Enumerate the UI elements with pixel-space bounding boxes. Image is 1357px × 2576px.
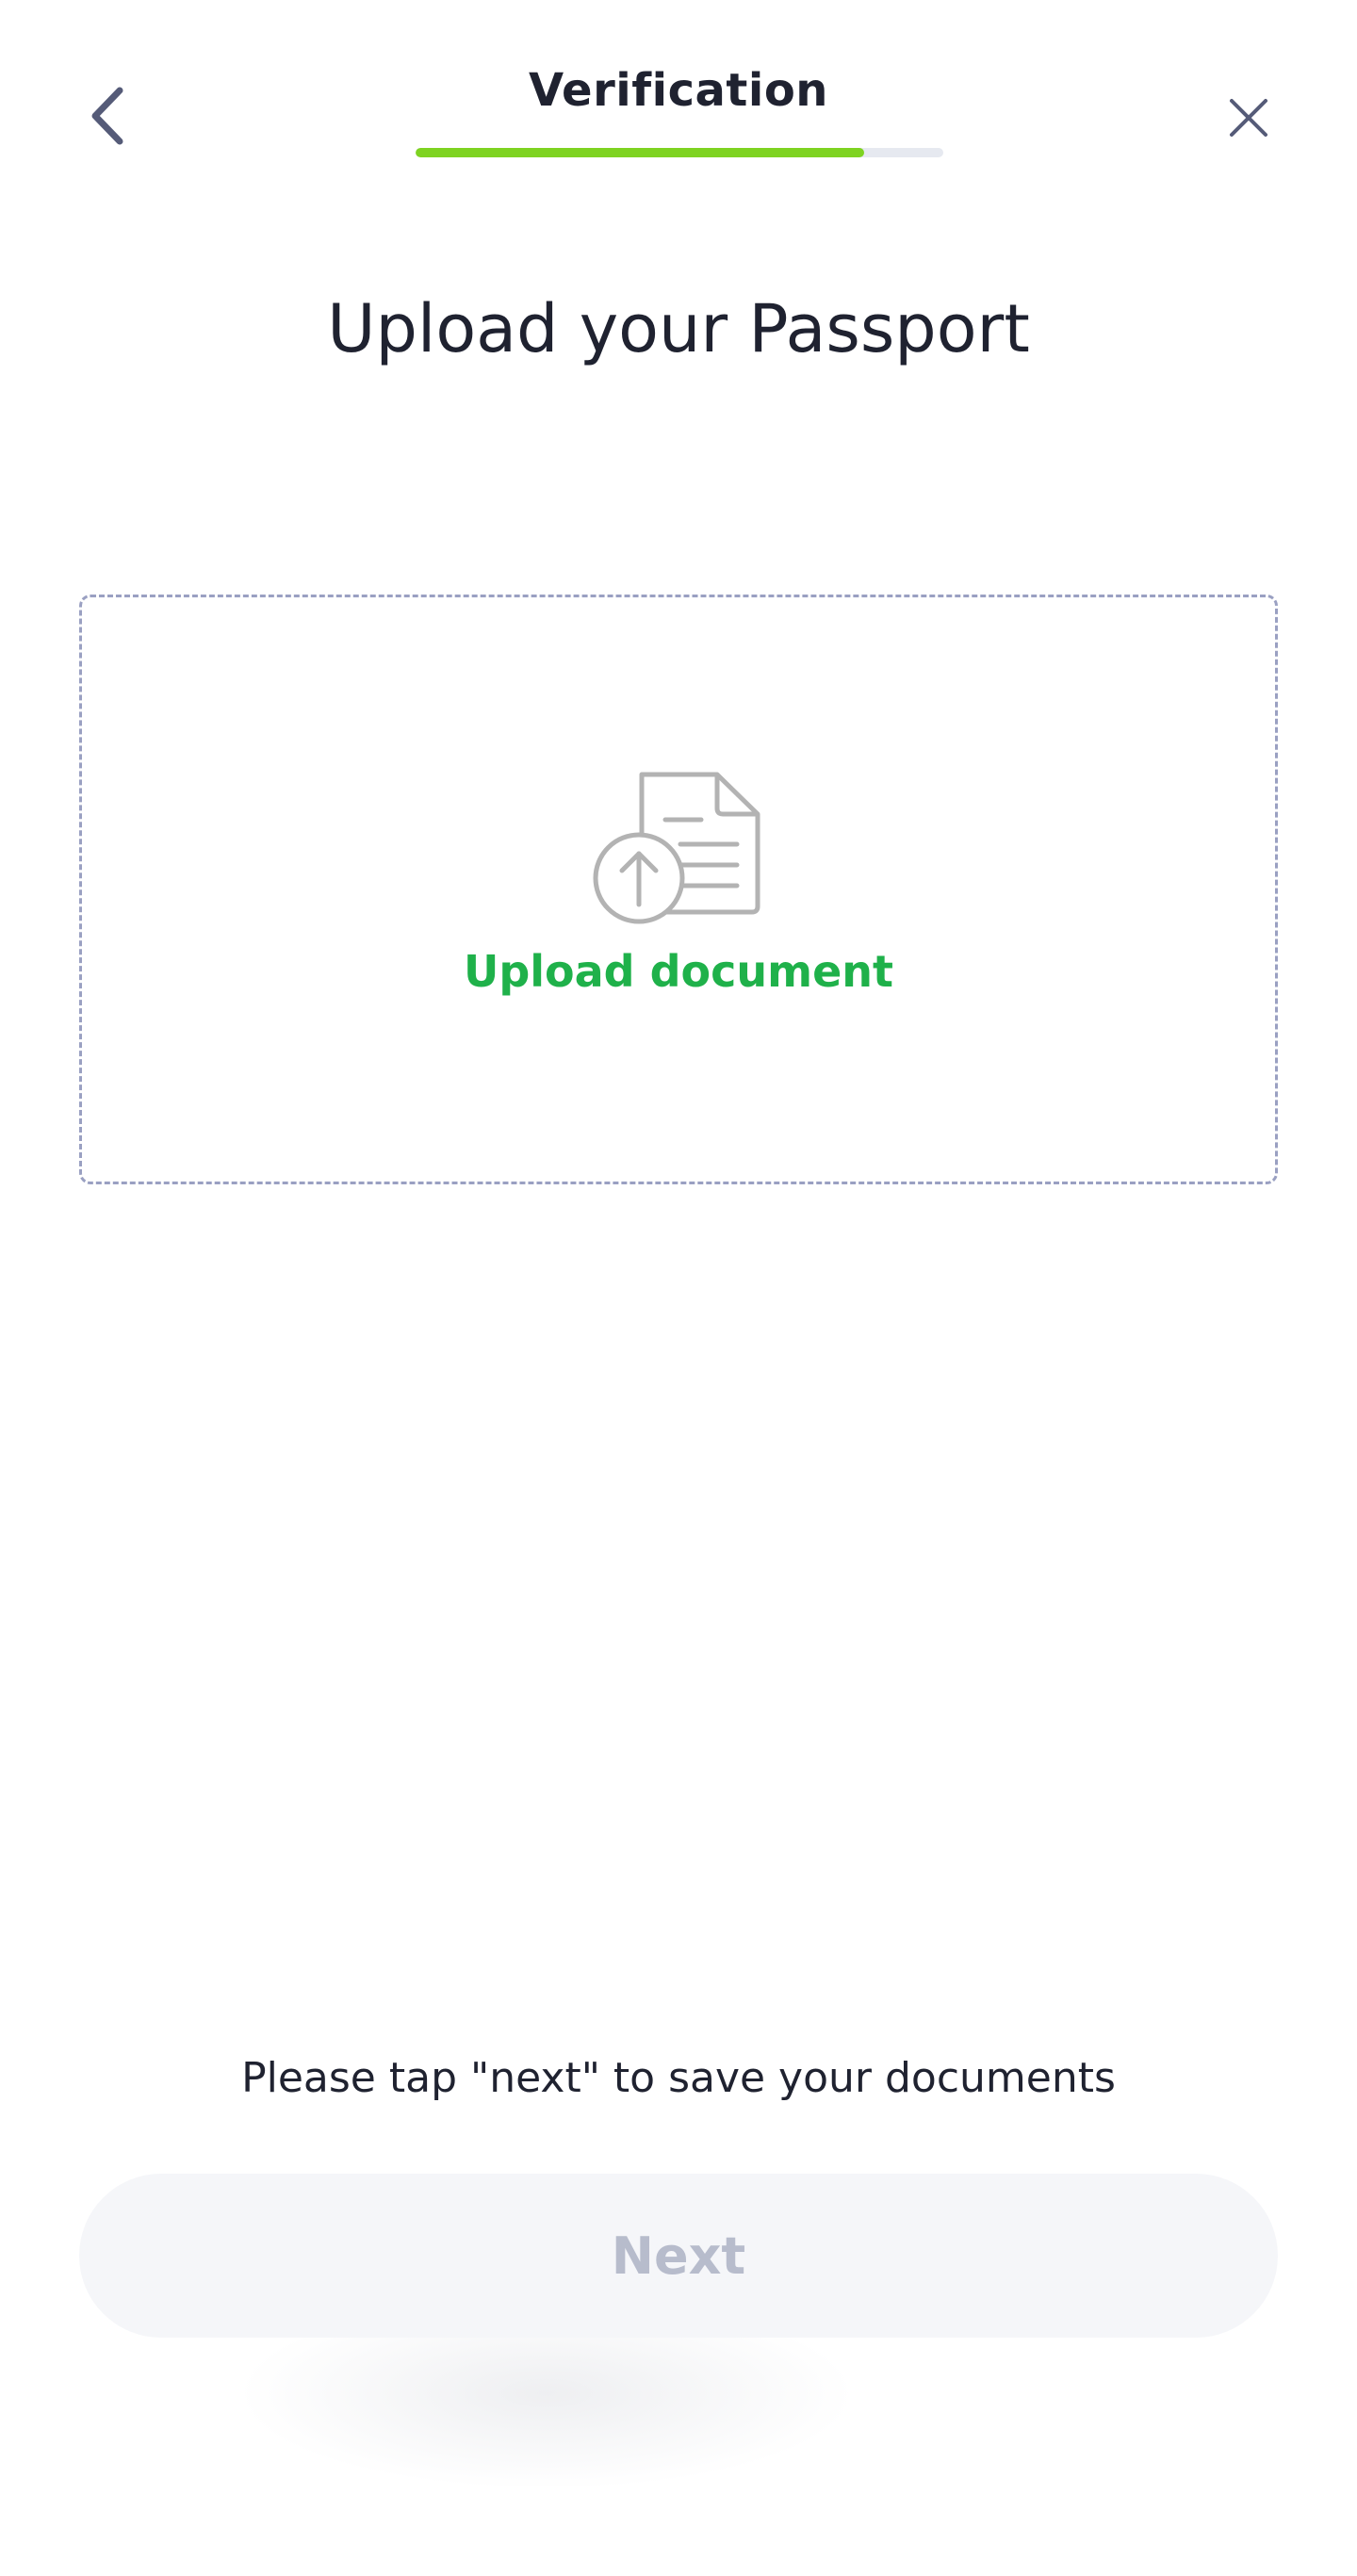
- close-button[interactable]: [1216, 85, 1282, 151]
- verification-screen: Verification Upload your Passport Upload…: [0, 0, 1357, 2576]
- next-button[interactable]: Next: [79, 2174, 1278, 2338]
- progress-bar-fill: [416, 148, 864, 157]
- progress-bar: [416, 148, 943, 157]
- upload-document-link[interactable]: Upload document: [0, 946, 1357, 997]
- document-upload-icon[interactable]: [590, 767, 765, 927]
- close-icon: [1230, 99, 1267, 137]
- page-title: Upload your Passport: [327, 290, 1030, 367]
- header-title: Verification: [529, 64, 828, 117]
- save-hint-text: Please tap "next" to save your documents: [241, 2054, 1116, 2102]
